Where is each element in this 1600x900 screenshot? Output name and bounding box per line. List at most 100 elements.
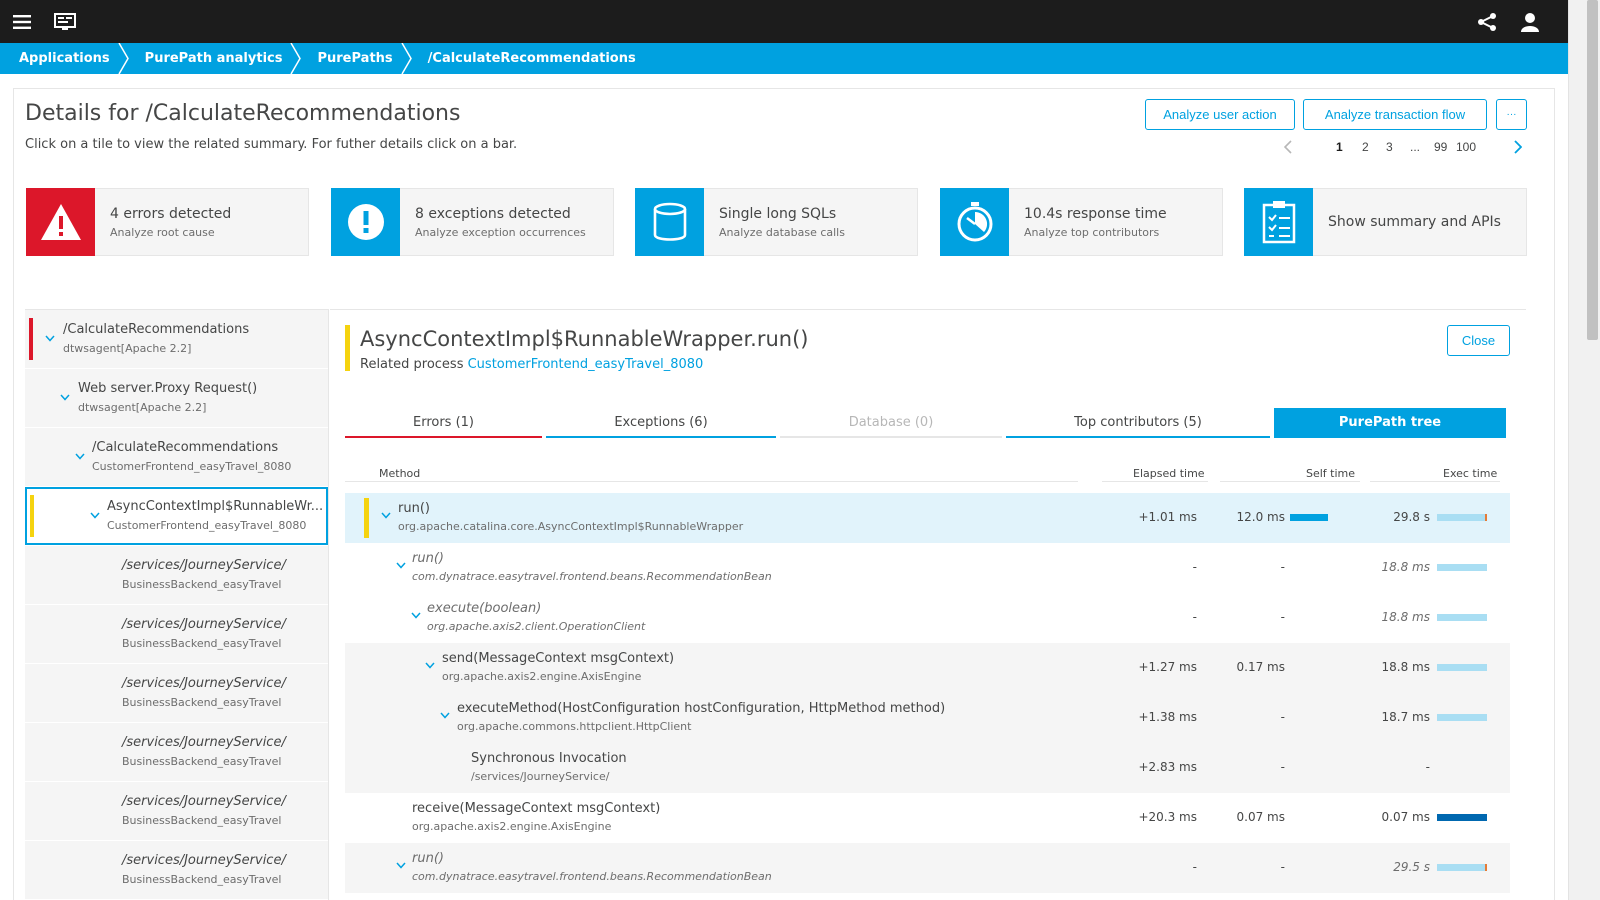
tree-item-selected[interactable]: AsyncContextImpl$RunnableWr... CustomerF… bbox=[25, 487, 328, 545]
tree-item-label: AsyncContextImpl$RunnableWr... bbox=[107, 499, 324, 514]
more-options-button[interactable]: ··· bbox=[1496, 99, 1527, 130]
tab-errors[interactable]: Errors (1) bbox=[345, 408, 542, 438]
page-1[interactable]: 1 bbox=[1336, 140, 1343, 154]
exec-time: 18.8 ms bbox=[1381, 610, 1430, 624]
tile-summary[interactable]: Show summary and APIs bbox=[1244, 187, 1527, 256]
self-time: 12.0 ms bbox=[1236, 510, 1285, 524]
page-scrollbar[interactable] bbox=[1568, 0, 1600, 900]
tile-database[interactable]: Single long SQLs Analyze database calls bbox=[635, 187, 918, 256]
tab-top-contributors[interactable]: Top contributors (5) bbox=[1006, 408, 1270, 438]
chevron-down-icon[interactable] bbox=[396, 862, 406, 869]
page-99[interactable]: 99 bbox=[1434, 140, 1447, 154]
chevron-right-icon bbox=[118, 43, 129, 74]
tile-subtitle: Analyze root cause bbox=[110, 225, 215, 239]
tree-item-sub: BusinessBackend_easyTravel bbox=[122, 637, 282, 650]
tree-item[interactable]: /CalculateRecommendations CustomerFronte… bbox=[25, 428, 328, 486]
chevron-down-icon[interactable] bbox=[425, 662, 435, 669]
elapsed-time: +1.38 ms bbox=[1138, 710, 1197, 724]
tree-row[interactable]: run() com.dynatrace.easytravel.frontend.… bbox=[345, 543, 1510, 593]
self-time: - bbox=[1280, 710, 1285, 724]
exclamation-icon bbox=[331, 187, 400, 256]
breadcrumb-applications[interactable]: Applications bbox=[0, 43, 129, 74]
breadcrumb-current: /CalculateRecommendations bbox=[409, 43, 652, 74]
analyze-transaction-flow-button[interactable]: Analyze transaction flow bbox=[1303, 99, 1487, 130]
tree-row[interactable]: run() org.apache.catalina.core.AsyncCont… bbox=[345, 493, 1510, 543]
elapsed-time: - bbox=[1192, 610, 1197, 624]
tree-item[interactable]: /CalculateRecommendations dtwsagent[Apac… bbox=[25, 310, 328, 368]
tree-row[interactable]: executeMethod(HostConfiguration hostConf… bbox=[345, 693, 1510, 743]
elapsed-time: +20.3 ms bbox=[1138, 810, 1197, 824]
method-class: com.dynatrace.easytravel.frontend.beans.… bbox=[412, 870, 772, 883]
chevron-down-icon[interactable] bbox=[90, 512, 100, 519]
tree-row[interactable]: Synchronous Invocation /services/Journey… bbox=[345, 743, 1510, 793]
exec-time-bar bbox=[1437, 564, 1487, 571]
tab-exceptions[interactable]: Exceptions (6) bbox=[546, 408, 776, 438]
user-icon[interactable] bbox=[1519, 0, 1541, 43]
tree-item[interactable]: /services/JourneyService/ BusinessBacken… bbox=[25, 782, 328, 840]
chevron-down-icon[interactable] bbox=[75, 453, 85, 460]
chevron-down-icon[interactable] bbox=[45, 335, 55, 342]
column-self: Self time bbox=[1306, 467, 1356, 480]
related-process-link[interactable]: CustomerFrontend_easyTravel_8080 bbox=[468, 357, 704, 372]
menu-icon[interactable] bbox=[11, 0, 33, 43]
tree-item-label: /services/JourneyService/ bbox=[122, 617, 286, 632]
method-class: org.apache.catalina.core.AsyncContextImp… bbox=[398, 520, 744, 533]
tree-item[interactable]: /services/JourneyService/ BusinessBacken… bbox=[25, 546, 328, 604]
chevron-down-icon[interactable] bbox=[381, 512, 391, 519]
chevron-down-icon[interactable] bbox=[440, 712, 450, 719]
tree-item-sub: dtwsagent[Apache 2.2] bbox=[63, 342, 192, 355]
tree-row[interactable]: execute(boolean) org.apache.axis2.client… bbox=[345, 593, 1510, 643]
tree-item[interactable]: /services/JourneyService/ BusinessBacken… bbox=[25, 664, 328, 722]
tab-purepath-tree[interactable]: PurePath tree bbox=[1274, 408, 1506, 438]
tile-exceptions[interactable]: 8 exceptions detected Analyze exception o… bbox=[331, 187, 614, 256]
method-class: org.apache.axis2.engine.AxisEngine bbox=[442, 670, 642, 683]
chevron-down-icon[interactable] bbox=[411, 612, 421, 619]
chevron-right-icon[interactable] bbox=[1514, 140, 1522, 154]
tree-row[interactable]: run() com.dynatrace.easytravel.frontend.… bbox=[345, 843, 1510, 893]
chevron-left-icon[interactable] bbox=[1284, 140, 1292, 154]
exec-time-tick bbox=[1485, 514, 1487, 521]
tile-response-time[interactable]: 10.4s response time Analyze top contribut… bbox=[940, 187, 1223, 256]
chevron-down-icon[interactable] bbox=[60, 394, 70, 401]
tile-errors[interactable]: 4 errors detected Analyze root cause bbox=[26, 187, 309, 256]
breadcrumb-purepaths[interactable]: PurePaths bbox=[298, 43, 412, 74]
tree-item-sub: dtwsagent[Apache 2.2] bbox=[78, 401, 207, 414]
tree-item-label: /services/JourneyService/ bbox=[122, 735, 286, 750]
breadcrumb-purepath-analytics[interactable]: PurePath analytics bbox=[126, 43, 302, 74]
method-name: executeMethod(HostConfiguration hostConf… bbox=[457, 701, 946, 716]
page-3[interactable]: 3 bbox=[1386, 140, 1393, 154]
page-100[interactable]: 100 bbox=[1456, 140, 1476, 154]
warning-indicator bbox=[345, 325, 350, 371]
analyze-user-action-button[interactable]: Analyze user action bbox=[1145, 99, 1295, 130]
tree-row[interactable]: receive(MessageContext msgContext) org.a… bbox=[345, 793, 1510, 843]
self-time: - bbox=[1280, 760, 1285, 774]
tree-item[interactable]: /services/JourneyService/ BusinessBacken… bbox=[25, 841, 328, 899]
tree-item[interactable]: Web server.Proxy Request() dtwsagent[Apa… bbox=[25, 369, 328, 427]
tree-item-sub: CustomerFrontend_easyTravel_8080 bbox=[92, 460, 292, 473]
exec-time-bar bbox=[1437, 514, 1487, 521]
breadcrumb-label: PurePaths bbox=[317, 51, 393, 66]
tree-item[interactable]: /services/JourneyService/ BusinessBacken… bbox=[25, 723, 328, 781]
share-icon[interactable] bbox=[1476, 0, 1498, 43]
call-tree-panel: /CalculateRecommendations dtwsagent[Apac… bbox=[25, 309, 329, 900]
tree-item[interactable]: /services/JourneyService/ BusinessBacken… bbox=[25, 605, 328, 663]
tile-title: 10.4s response time bbox=[1024, 205, 1167, 222]
monitor-icon[interactable] bbox=[53, 0, 77, 43]
scrollbar-thumb[interactable] bbox=[1587, 0, 1598, 340]
close-button[interactable]: Close bbox=[1447, 325, 1510, 356]
exec-time: 0.07 ms bbox=[1381, 810, 1430, 824]
page-2[interactable]: 2 bbox=[1362, 140, 1369, 154]
method-name: send(MessageContext msgContext) bbox=[442, 651, 675, 666]
method-name: receive(MessageContext msgContext) bbox=[412, 801, 661, 816]
method-class: org.apache.commons.httpclient.HttpClient bbox=[457, 720, 692, 733]
tree-row[interactable]: send(MessageContext msgContext) org.apac… bbox=[345, 643, 1510, 693]
exec-time-bar bbox=[1437, 664, 1487, 671]
chevron-down-icon[interactable] bbox=[396, 562, 406, 569]
column-exec: Exec time bbox=[1443, 467, 1498, 480]
related-process: Related process CustomerFrontend_easyTra… bbox=[360, 357, 703, 372]
top-bar bbox=[0, 0, 1568, 43]
method-name: run() bbox=[398, 501, 430, 516]
divider bbox=[1370, 481, 1500, 482]
column-elapsed: Elapsed time bbox=[1133, 467, 1205, 480]
method-class: org.apache.axis2.client.OperationClient bbox=[427, 620, 646, 633]
